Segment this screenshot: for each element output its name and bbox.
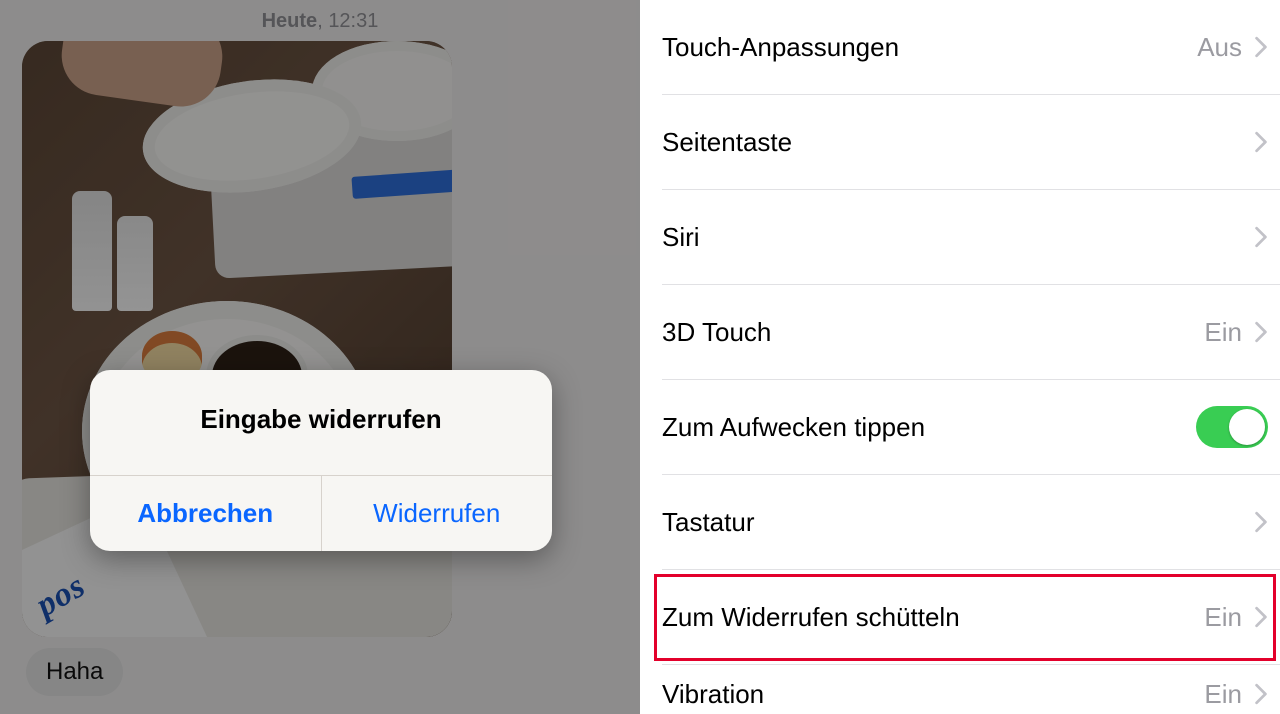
settings-row-right: [1196, 406, 1268, 448]
alert-title: Eingabe widerrufen: [90, 370, 552, 475]
undo-button[interactable]: Widerrufen: [322, 476, 553, 551]
chevron-right-icon: [1254, 131, 1268, 153]
messages-screen: Heute, 12:31 pos Haha: [0, 0, 640, 714]
message-timestamp: Heute, 12:31: [0, 0, 640, 33]
settings-row-right: [1254, 226, 1268, 248]
undo-typing-alert: Eingabe widerrufen Abbrechen Widerrufen: [90, 370, 552, 551]
settings-row-label: Seitentaste: [662, 127, 792, 158]
settings-row-right: Aus: [1197, 32, 1268, 63]
accessibility-settings: Touch-Anpassungen Aus Seitentaste Siri 3D To…: [640, 0, 1280, 714]
settings-row-right: [1254, 131, 1268, 153]
settings-row[interactable]: Zum Aufwecken tippen: [662, 380, 1280, 475]
settings-row-right: Ein: [1204, 602, 1268, 633]
timestamp-day: Heute: [262, 10, 318, 32]
settings-row-value: Ein: [1204, 602, 1242, 633]
timestamp-time: 12:31: [328, 10, 378, 32]
settings-row-right: [1254, 511, 1268, 533]
reaction-suggestion[interactable]: Haha: [26, 648, 123, 696]
settings-row-label: Tastatur: [662, 507, 755, 538]
settings-row-label: Vibration: [662, 679, 764, 710]
settings-row-label: 3D Touch: [662, 317, 771, 348]
settings-row[interactable]: Touch-Anpassungen Aus: [662, 0, 1280, 95]
settings-row[interactable]: Zum Widerrufen schütteln Ein: [662, 570, 1280, 665]
settings-row[interactable]: Seitentaste: [662, 95, 1280, 190]
chevron-right-icon: [1254, 36, 1268, 58]
settings-row-label: Zum Widerrufen schütteln: [662, 602, 960, 633]
settings-row[interactable]: Vibration Ein: [662, 665, 1280, 714]
photo-pepper-shaker: [117, 216, 153, 311]
chevron-right-icon: [1254, 511, 1268, 533]
photo-salt-shaker: [72, 191, 112, 311]
chevron-right-icon: [1254, 606, 1268, 628]
settings-row-value: Ein: [1204, 679, 1242, 710]
chevron-right-icon: [1254, 226, 1268, 248]
settings-row-label: Siri: [662, 222, 700, 253]
settings-row[interactable]: Tastatur: [662, 475, 1280, 570]
chevron-right-icon: [1254, 321, 1268, 343]
reaction-label: Haha: [46, 658, 103, 685]
chevron-right-icon: [1254, 683, 1268, 705]
settings-row-label: Touch-Anpassungen: [662, 32, 899, 63]
toggle-switch[interactable]: [1196, 406, 1268, 448]
settings-row-value: Aus: [1197, 32, 1242, 63]
toggle-knob: [1229, 409, 1265, 445]
settings-row-right: Ein: [1204, 317, 1268, 348]
settings-row-right: Ein: [1204, 679, 1268, 710]
settings-row-value: Ein: [1204, 317, 1242, 348]
settings-row[interactable]: 3D Touch Ein: [662, 285, 1280, 380]
timestamp-separator: ,: [317, 10, 328, 32]
cancel-button[interactable]: Abbrechen: [90, 476, 322, 551]
settings-row-label: Zum Aufwecken tippen: [662, 412, 925, 443]
settings-row[interactable]: Siri: [662, 190, 1280, 285]
